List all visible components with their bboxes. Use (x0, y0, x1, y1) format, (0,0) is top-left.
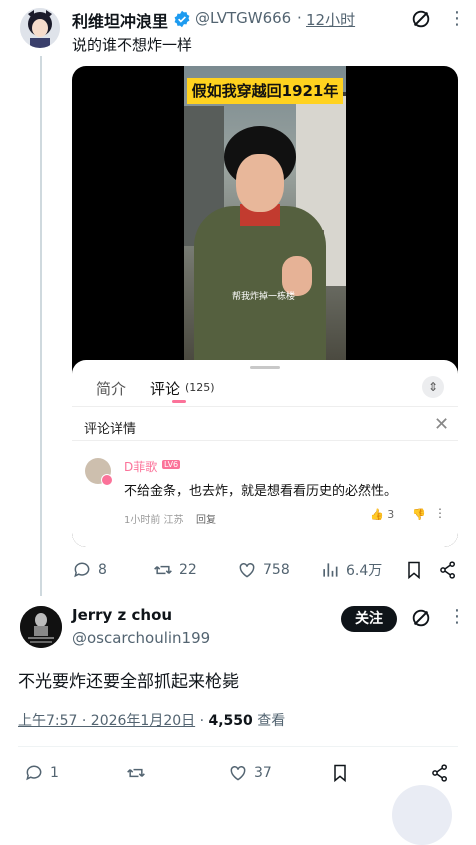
reply-count: 8 (98, 562, 107, 578)
retweet-count: 22 (179, 562, 197, 578)
heart-icon (230, 765, 246, 781)
divider (18, 746, 458, 747)
share-button[interactable] (430, 763, 450, 783)
tweet-text: 不光要炸还要全部抓起来枪毙 (18, 672, 239, 692)
active-tab-indicator (172, 400, 186, 403)
like-count: 37 (254, 765, 272, 781)
reply-button[interactable]: 1 (24, 763, 59, 783)
drag-handle[interactable] (250, 366, 280, 369)
comment-text: 不给金条，也去炸，就是想看看历史的必然性。 (124, 484, 398, 499)
reply-icon (26, 765, 42, 781)
thumbs-down-icon[interactable]: 👎 (412, 508, 426, 521)
retweet-icon (154, 565, 172, 575)
bookmark-icon (408, 561, 420, 580)
grok-icon[interactable] (410, 607, 432, 629)
tweet-meta: 上午7:57 · 2026年1月20日 · 4,550 查看 (18, 710, 285, 730)
heart-icon (239, 562, 255, 578)
author-avatar[interactable] (20, 8, 60, 48)
tweet-timestamp[interactable]: 上午7:57 · 2026年1月20日 (18, 713, 195, 729)
share-icon (432, 764, 447, 782)
chevron-updown-icon[interactable]: ⇕ (422, 376, 444, 398)
share-icon (440, 561, 455, 579)
thumbs-up-icon: 👍 (370, 508, 384, 521)
more-options-icon[interactable]: ⋮ (448, 606, 466, 627)
comment-panel: 简介 评论 (125) ⇕ 评论详情 ✕ D菲歌 LV6 不给金条，也去炸，就是… (72, 360, 458, 547)
bookmark-button[interactable] (330, 763, 350, 783)
verified-badge-icon (174, 10, 190, 28)
reply-button[interactable]: 8 (72, 560, 107, 580)
comment-reply-button[interactable]: 回复 (196, 511, 216, 526)
video-frame[interactable]: 假如我穿越回1921年 帮我炸掉一栋楼 (184, 66, 346, 360)
follow-button[interactable]: 关注 (341, 606, 397, 632)
retweet-button[interactable] (126, 763, 146, 783)
level-badge: LV6 (162, 460, 181, 469)
floating-action-button[interactable] (392, 785, 452, 845)
share-button[interactable] (438, 560, 458, 580)
author-name[interactable]: Jerry z chou (72, 606, 172, 624)
tab-intro[interactable]: 简介 (96, 378, 126, 399)
tab-comments[interactable]: 评论 (150, 378, 180, 399)
reply-icon (74, 562, 90, 578)
views-label: 查看 (257, 713, 286, 729)
views-count: 4,550 (208, 713, 253, 729)
author-name[interactable]: 利维坦冲浪里 (72, 8, 168, 32)
views-count: 6.4万 (346, 563, 383, 579)
views-button[interactable]: 6.4万 (320, 560, 382, 580)
views-bar-icon (323, 563, 338, 577)
tweet-media[interactable]: 假如我穿越回1921年 帮我炸掉一栋楼 简介 评论 (125) ⇕ 评论详情 ✕… (72, 66, 458, 547)
tweet-text: 说的谁不想炸一样 (72, 36, 193, 54)
comment-detail-title: 评论详情 (84, 422, 137, 437)
comment-more-icon[interactable]: ⋮ (434, 506, 446, 520)
tweet-time[interactable]: 12小时 (306, 9, 355, 30)
comment-meta: 1小时前 江苏 (124, 515, 184, 526)
author-avatar[interactable] (20, 606, 62, 648)
separator-dot: · (297, 9, 302, 27)
close-icon[interactable]: ✕ (434, 414, 449, 435)
person-face (236, 154, 284, 212)
member-badge-icon (101, 474, 113, 486)
video-title: 假如我穿越回1921年 (187, 78, 343, 104)
comment-count: (125) (185, 381, 215, 394)
thread-connector (40, 56, 42, 596)
commenter-name[interactable]: D菲歌 (124, 458, 157, 475)
separator-dot: · (199, 713, 205, 729)
divider (72, 440, 458, 441)
reply-count: 1 (50, 765, 59, 781)
comment-like-count: 3 (387, 508, 395, 521)
video-subtitle: 帮我炸掉一栋楼 (232, 292, 296, 302)
like-button[interactable]: 37 (228, 763, 272, 783)
author-handle[interactable]: @LVTGW666 (195, 9, 291, 27)
retweet-button[interactable]: 22 (153, 560, 197, 580)
bookmark-icon (334, 764, 346, 783)
more-options-icon[interactable]: ⋮ (448, 8, 466, 29)
bookmark-button[interactable] (404, 560, 424, 580)
like-count: 758 (263, 562, 290, 578)
comment-like-button[interactable]: 👍 3 (370, 508, 394, 521)
divider (72, 406, 458, 407)
grok-icon[interactable] (410, 8, 432, 30)
retweet-icon (127, 768, 145, 778)
like-button[interactable]: 758 (237, 560, 290, 580)
author-handle[interactable]: @oscarchoulin199 (72, 629, 210, 647)
